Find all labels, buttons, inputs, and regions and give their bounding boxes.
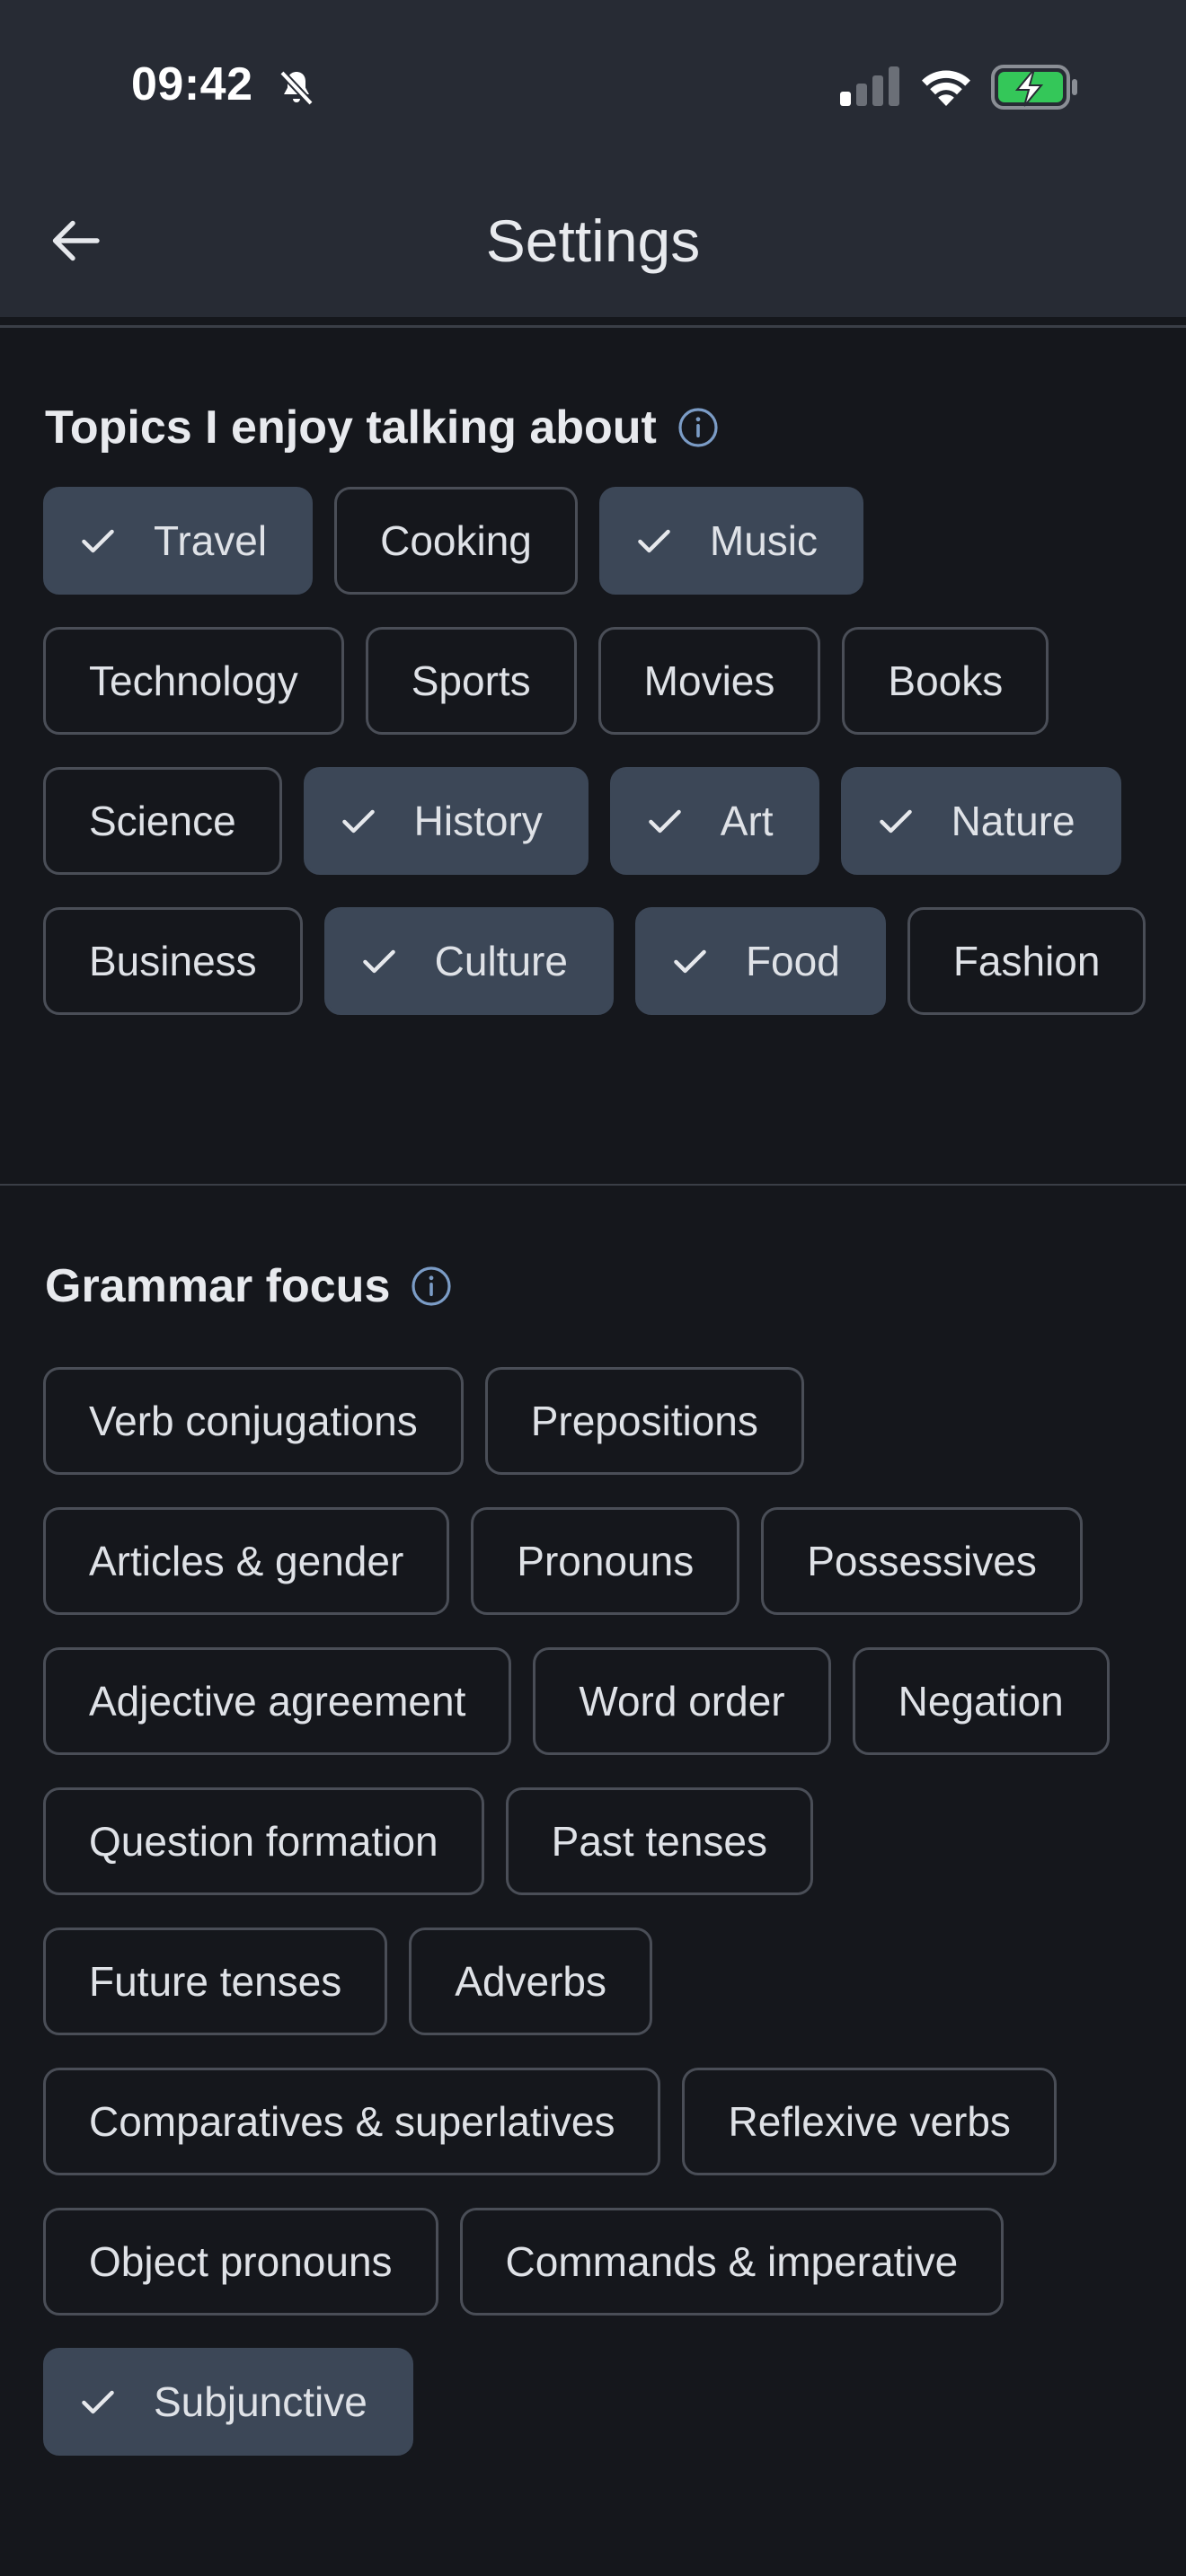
topic-chip-books[interactable]: Books xyxy=(842,627,1049,735)
page-title: Settings xyxy=(485,207,701,274)
grammar-chip-articles-and-gender[interactable]: Articles & gender xyxy=(43,1507,450,1615)
topic-chip-science[interactable]: Science xyxy=(43,767,282,875)
topic-chip-food[interactable]: Food xyxy=(634,907,886,1015)
chip-label: Question formation xyxy=(89,1818,438,1865)
chip-label: Travel xyxy=(154,517,268,564)
status-time: 09:42 xyxy=(131,58,253,110)
topic-chip-music[interactable]: Music xyxy=(598,487,864,595)
bell-slash-icon xyxy=(279,70,314,106)
chip-label: Nature xyxy=(951,798,1075,844)
chip-label: Object pronouns xyxy=(89,2238,393,2285)
grammar-chip-question-formation[interactable]: Question formation xyxy=(43,1787,484,1895)
info-icon[interactable] xyxy=(410,1265,453,1308)
checkmark-icon xyxy=(82,2390,114,2414)
topics-title-text: Topics I enjoy talking about xyxy=(45,401,657,454)
wifi-icon xyxy=(922,70,970,106)
checkmark-icon xyxy=(341,809,375,834)
grammar-title-text: Grammar focus xyxy=(45,1260,391,1312)
chip-label: Adjective agreement xyxy=(89,1678,466,1725)
grammar-chip-subjunctive[interactable]: Subjunctive xyxy=(43,2348,413,2456)
checkmark-icon xyxy=(648,809,681,834)
chip-label: Technology xyxy=(89,657,298,704)
checkmark-icon xyxy=(82,529,114,553)
chip-label: Culture xyxy=(434,938,568,984)
grammar-chip-object-pronouns[interactable]: Object pronouns xyxy=(43,2208,438,2316)
topic-chip-movies[interactable]: Movies xyxy=(597,627,821,735)
grammar-chip-pronouns[interactable]: Pronouns xyxy=(471,1507,740,1615)
chip-label: Commands & imperative xyxy=(505,2238,959,2285)
chip-label: Past tenses xyxy=(551,1818,768,1865)
chip-label: Adverbs xyxy=(455,1958,607,2005)
chip-label: Articles & gender xyxy=(89,1538,404,1584)
chip-label: Business xyxy=(89,938,257,984)
grammar-chip-past-tenses[interactable]: Past tenses xyxy=(505,1787,814,1895)
grammar-chip-adjective-agreement[interactable]: Adjective agreement xyxy=(43,1647,512,1755)
chip-label: Comparatives & superlatives xyxy=(89,2098,615,2145)
topic-chip-sports[interactable]: Sports xyxy=(365,627,577,735)
chip-label: Movies xyxy=(643,657,775,704)
grammar-chip-word-order[interactable]: Word order xyxy=(533,1647,831,1755)
grammar-chip-comparatives-and-superlatives[interactable]: Comparatives & superlatives xyxy=(43,2068,661,2175)
grammar-chip-adverbs[interactable]: Adverbs xyxy=(409,1928,653,2035)
chip-label: Books xyxy=(888,657,1004,704)
chip-label: History xyxy=(413,798,543,844)
chip-label: Music xyxy=(709,517,819,564)
chip-label: Sports xyxy=(411,657,531,704)
checkmark-icon xyxy=(638,529,670,553)
grammar-chip-group: Verb conjugations Prepositions Articles & … xyxy=(43,1367,1148,2456)
chip-label: Subjunctive xyxy=(154,2378,367,2425)
grammar-chip-future-tenses[interactable]: Future tenses xyxy=(43,1928,388,2035)
topics-section-title: Topics I enjoy talking about xyxy=(45,401,720,454)
topic-chip-cooking[interactable]: Cooking xyxy=(334,487,578,595)
topic-chip-business[interactable]: Business xyxy=(43,907,303,1015)
grammar-chip-negation[interactable]: Negation xyxy=(852,1647,1110,1755)
chip-label: Art xyxy=(720,798,774,844)
chip-label: Future tenses xyxy=(89,1958,342,2005)
info-icon[interactable] xyxy=(677,406,720,449)
chip-label: Prepositions xyxy=(530,1398,758,1444)
topic-chip-culture[interactable]: Culture xyxy=(323,907,614,1015)
grammar-section-title: Grammar focus xyxy=(45,1259,453,1313)
header-divider xyxy=(0,325,1186,328)
topic-chip-nature[interactable]: Nature xyxy=(840,767,1121,875)
chip-label: Possessives xyxy=(807,1538,1037,1584)
chip-label: Reflexive verbs xyxy=(728,2098,1011,2145)
chip-label: Science xyxy=(89,798,236,844)
checkmark-icon xyxy=(362,949,395,974)
grammar-chip-reflexive-verbs[interactable]: Reflexive verbs xyxy=(682,2068,1057,2175)
chip-label: Cooking xyxy=(380,517,532,564)
grammar-chip-prepositions[interactable]: Prepositions xyxy=(484,1367,804,1475)
checkmark-icon xyxy=(674,949,706,974)
grammar-chip-verb-conjugations[interactable]: Verb conjugations xyxy=(43,1367,464,1475)
battery-charging-icon xyxy=(991,65,1077,110)
topic-chip-fashion[interactable]: Fashion xyxy=(907,907,1146,1015)
chip-label: Negation xyxy=(898,1678,1064,1725)
grammar-chip-possessives[interactable]: Possessives xyxy=(761,1507,1083,1615)
topics-chip-group: Travel Cooking Music Technology Sports Movies… xyxy=(43,487,1148,1015)
chip-label: Word order xyxy=(579,1678,785,1725)
topic-chip-art[interactable]: Art xyxy=(609,767,819,875)
checkmark-icon xyxy=(879,809,912,834)
chip-label: Food xyxy=(745,938,840,984)
cellular-signal-icon xyxy=(840,66,899,106)
topic-chip-technology[interactable]: Technology xyxy=(43,627,344,735)
section-divider xyxy=(0,1184,1186,1186)
chip-label: Fashion xyxy=(952,938,1101,984)
topic-chip-travel[interactable]: Travel xyxy=(43,487,314,595)
chip-label: Pronouns xyxy=(517,1538,695,1584)
topic-chip-history[interactable]: History xyxy=(303,767,589,875)
chip-label: Verb conjugations xyxy=(89,1398,418,1444)
grammar-chip-commands-and-imperative[interactable]: Commands & imperative xyxy=(459,2208,1005,2316)
